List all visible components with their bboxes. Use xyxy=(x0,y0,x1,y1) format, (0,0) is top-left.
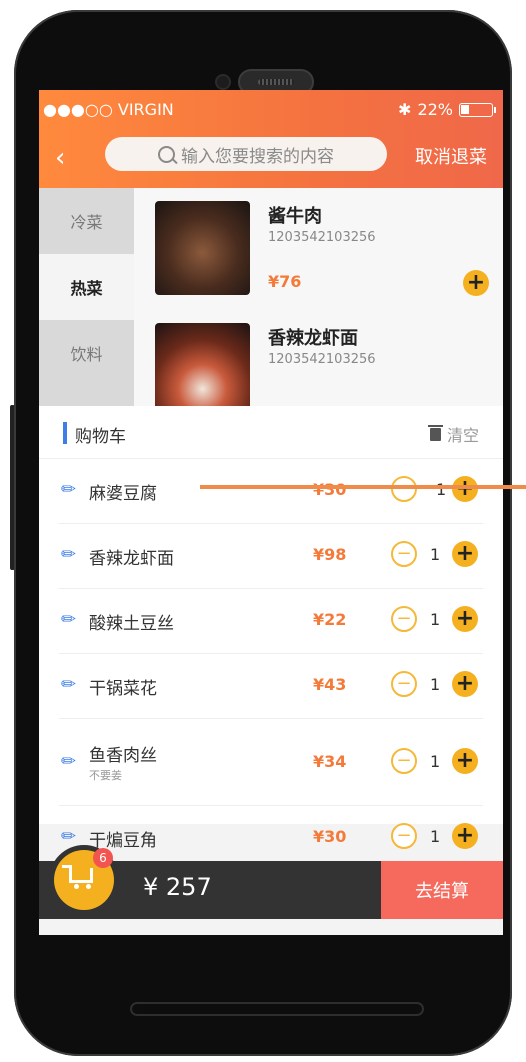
increase-icon[interactable]: + xyxy=(452,541,478,567)
cart-total: ¥ 257 xyxy=(143,873,212,901)
cart-title-accent xyxy=(63,422,67,444)
edit-icon[interactable]: ✏ xyxy=(61,479,76,500)
cart-item-price: ¥98 xyxy=(313,545,347,564)
menu-list: 酱牛肉 1203542103256 ¥76 + 香辣龙虾面 1203542103… xyxy=(134,188,503,418)
app-header: ●●●○○ VIRGIN ✱ 22% ‹ 输入您要搜索的内容 取消退菜 xyxy=(39,90,503,188)
category-sidebar: 冷菜 热菜 饮料 xyxy=(39,188,134,418)
clear-label: 清空 xyxy=(446,426,479,445)
edit-icon[interactable]: ✏ xyxy=(61,674,76,695)
increase-icon[interactable]: + xyxy=(452,823,478,849)
dish-code: 1203542103256 xyxy=(268,352,376,367)
cart-header: 购物车 清空 xyxy=(39,406,503,459)
cart-item-qty: 1 xyxy=(430,827,441,846)
edit-icon[interactable]: ✏ xyxy=(61,751,76,772)
trash-icon xyxy=(427,424,443,441)
search-icon xyxy=(158,145,175,163)
search-placeholder: 输入您要搜索的内容 xyxy=(181,146,334,167)
checkout-button[interactable]: 去结算 xyxy=(381,861,503,919)
decrease-icon[interactable]: − xyxy=(391,541,417,567)
decrease-icon[interactable]: − xyxy=(391,748,417,774)
search-input[interactable]: 输入您要搜索的内容 xyxy=(105,137,387,171)
dish-image xyxy=(155,323,250,417)
cart-item-qty: 1 xyxy=(436,480,447,499)
decrease-icon[interactable]: − xyxy=(391,476,417,502)
cart-row: ✏ 鱼香肉丝 不要姜 ¥34 − 1 + xyxy=(59,719,483,806)
increase-icon[interactable]: + xyxy=(452,476,478,502)
category-item-cold[interactable]: 冷菜 xyxy=(39,188,134,254)
menu-item[interactable]: 酱牛肉 1203542103256 ¥76 + xyxy=(134,188,503,308)
cart-item-qty: 1 xyxy=(430,752,441,771)
cart-icon xyxy=(62,865,93,889)
decrease-icon[interactable]: − xyxy=(391,823,417,849)
cart-item-note: 不要姜 xyxy=(89,769,122,782)
edit-icon[interactable]: ✏ xyxy=(61,826,76,847)
carrier-label: ●●●○○ VIRGIN xyxy=(43,100,174,119)
bluetooth-icon: ✱ xyxy=(398,100,412,119)
cart-count-badge: 6 xyxy=(93,848,113,868)
cart-row: ✏ 麻婆豆腐 ¥30 − 1 + xyxy=(59,459,483,524)
cart-row: ✏ 香辣龙虾面 ¥98 − 1 + xyxy=(59,524,483,589)
front-camera xyxy=(217,76,229,88)
battery-icon xyxy=(459,102,496,117)
dish-code: 1203542103256 xyxy=(268,230,376,245)
increase-icon[interactable]: + xyxy=(452,606,478,632)
add-icon[interactable]: + xyxy=(463,270,489,296)
clear-cart-button[interactable]: 清空 xyxy=(427,422,479,446)
decrease-icon[interactable]: − xyxy=(391,606,417,632)
cart-item-name: 鱼香肉丝 xyxy=(89,746,157,766)
cart-item-name: 干锅菜花 xyxy=(89,679,157,699)
edit-icon[interactable]: ✏ xyxy=(61,609,76,630)
increase-icon[interactable]: + xyxy=(452,748,478,774)
increase-icon[interactable]: + xyxy=(452,671,478,697)
cart-item-price: ¥34 xyxy=(313,752,347,771)
cart-item-price: ¥43 xyxy=(313,675,347,694)
cart-item-price: ¥22 xyxy=(313,610,347,629)
dish-image xyxy=(155,201,250,295)
app-screen: ●●●○○ VIRGIN ✱ 22% ‹ 输入您要搜索的内容 取消退菜 冷菜 热… xyxy=(39,90,503,935)
cart-item-name: 干煸豆角 xyxy=(89,831,157,851)
battery-percent: 22% xyxy=(417,100,453,119)
category-item-hot[interactable]: 热菜 xyxy=(39,254,134,320)
dish-name: 香辣龙虾面 xyxy=(268,328,358,349)
back-chevron-icon[interactable]: ‹ xyxy=(55,143,65,173)
dish-name: 酱牛肉 xyxy=(268,206,322,227)
cart-title: 购物车 xyxy=(75,427,126,447)
cart-row: ✏ 干锅菜花 ¥43 − 1 + xyxy=(59,654,483,719)
category-item-drinks[interactable]: 饮料 xyxy=(39,320,134,386)
status-right: ✱ 22% xyxy=(398,100,496,119)
cart-item-name: 麻婆豆腐 xyxy=(89,484,157,504)
decrease-icon[interactable]: − xyxy=(391,671,417,697)
home-bar[interactable] xyxy=(130,1002,424,1016)
cart-item-price: ¥30 xyxy=(313,480,347,499)
cart-item-name: 香辣龙虾面 xyxy=(89,549,174,569)
cart-item-qty: 1 xyxy=(430,545,441,564)
cart-item-name: 酸辣土豆丝 xyxy=(89,614,174,634)
cart-item-qty: 1 xyxy=(430,610,441,629)
cancel-return-button[interactable]: 取消退菜 xyxy=(415,143,487,169)
cart-row: ✏ 干煸豆角 ¥30 − 1 + xyxy=(59,806,483,851)
dish-price: ¥76 xyxy=(268,272,302,291)
annotation-pointer-line xyxy=(200,485,526,489)
cart-item-qty: 1 xyxy=(430,675,441,694)
cart-item-price: ¥30 xyxy=(313,827,347,846)
cart-panel: 购物车 清空 ✏ 麻婆豆腐 ¥30 − 1 + ✏ 香辣龙虾面 ¥98 − 1 … xyxy=(39,406,503,851)
status-bar: ●●●○○ VIRGIN ✱ 22% xyxy=(39,90,503,130)
edit-icon[interactable]: ✏ xyxy=(61,544,76,565)
cart-row: ✏ 酸辣土豆丝 ¥22 − 1 + xyxy=(59,589,483,654)
